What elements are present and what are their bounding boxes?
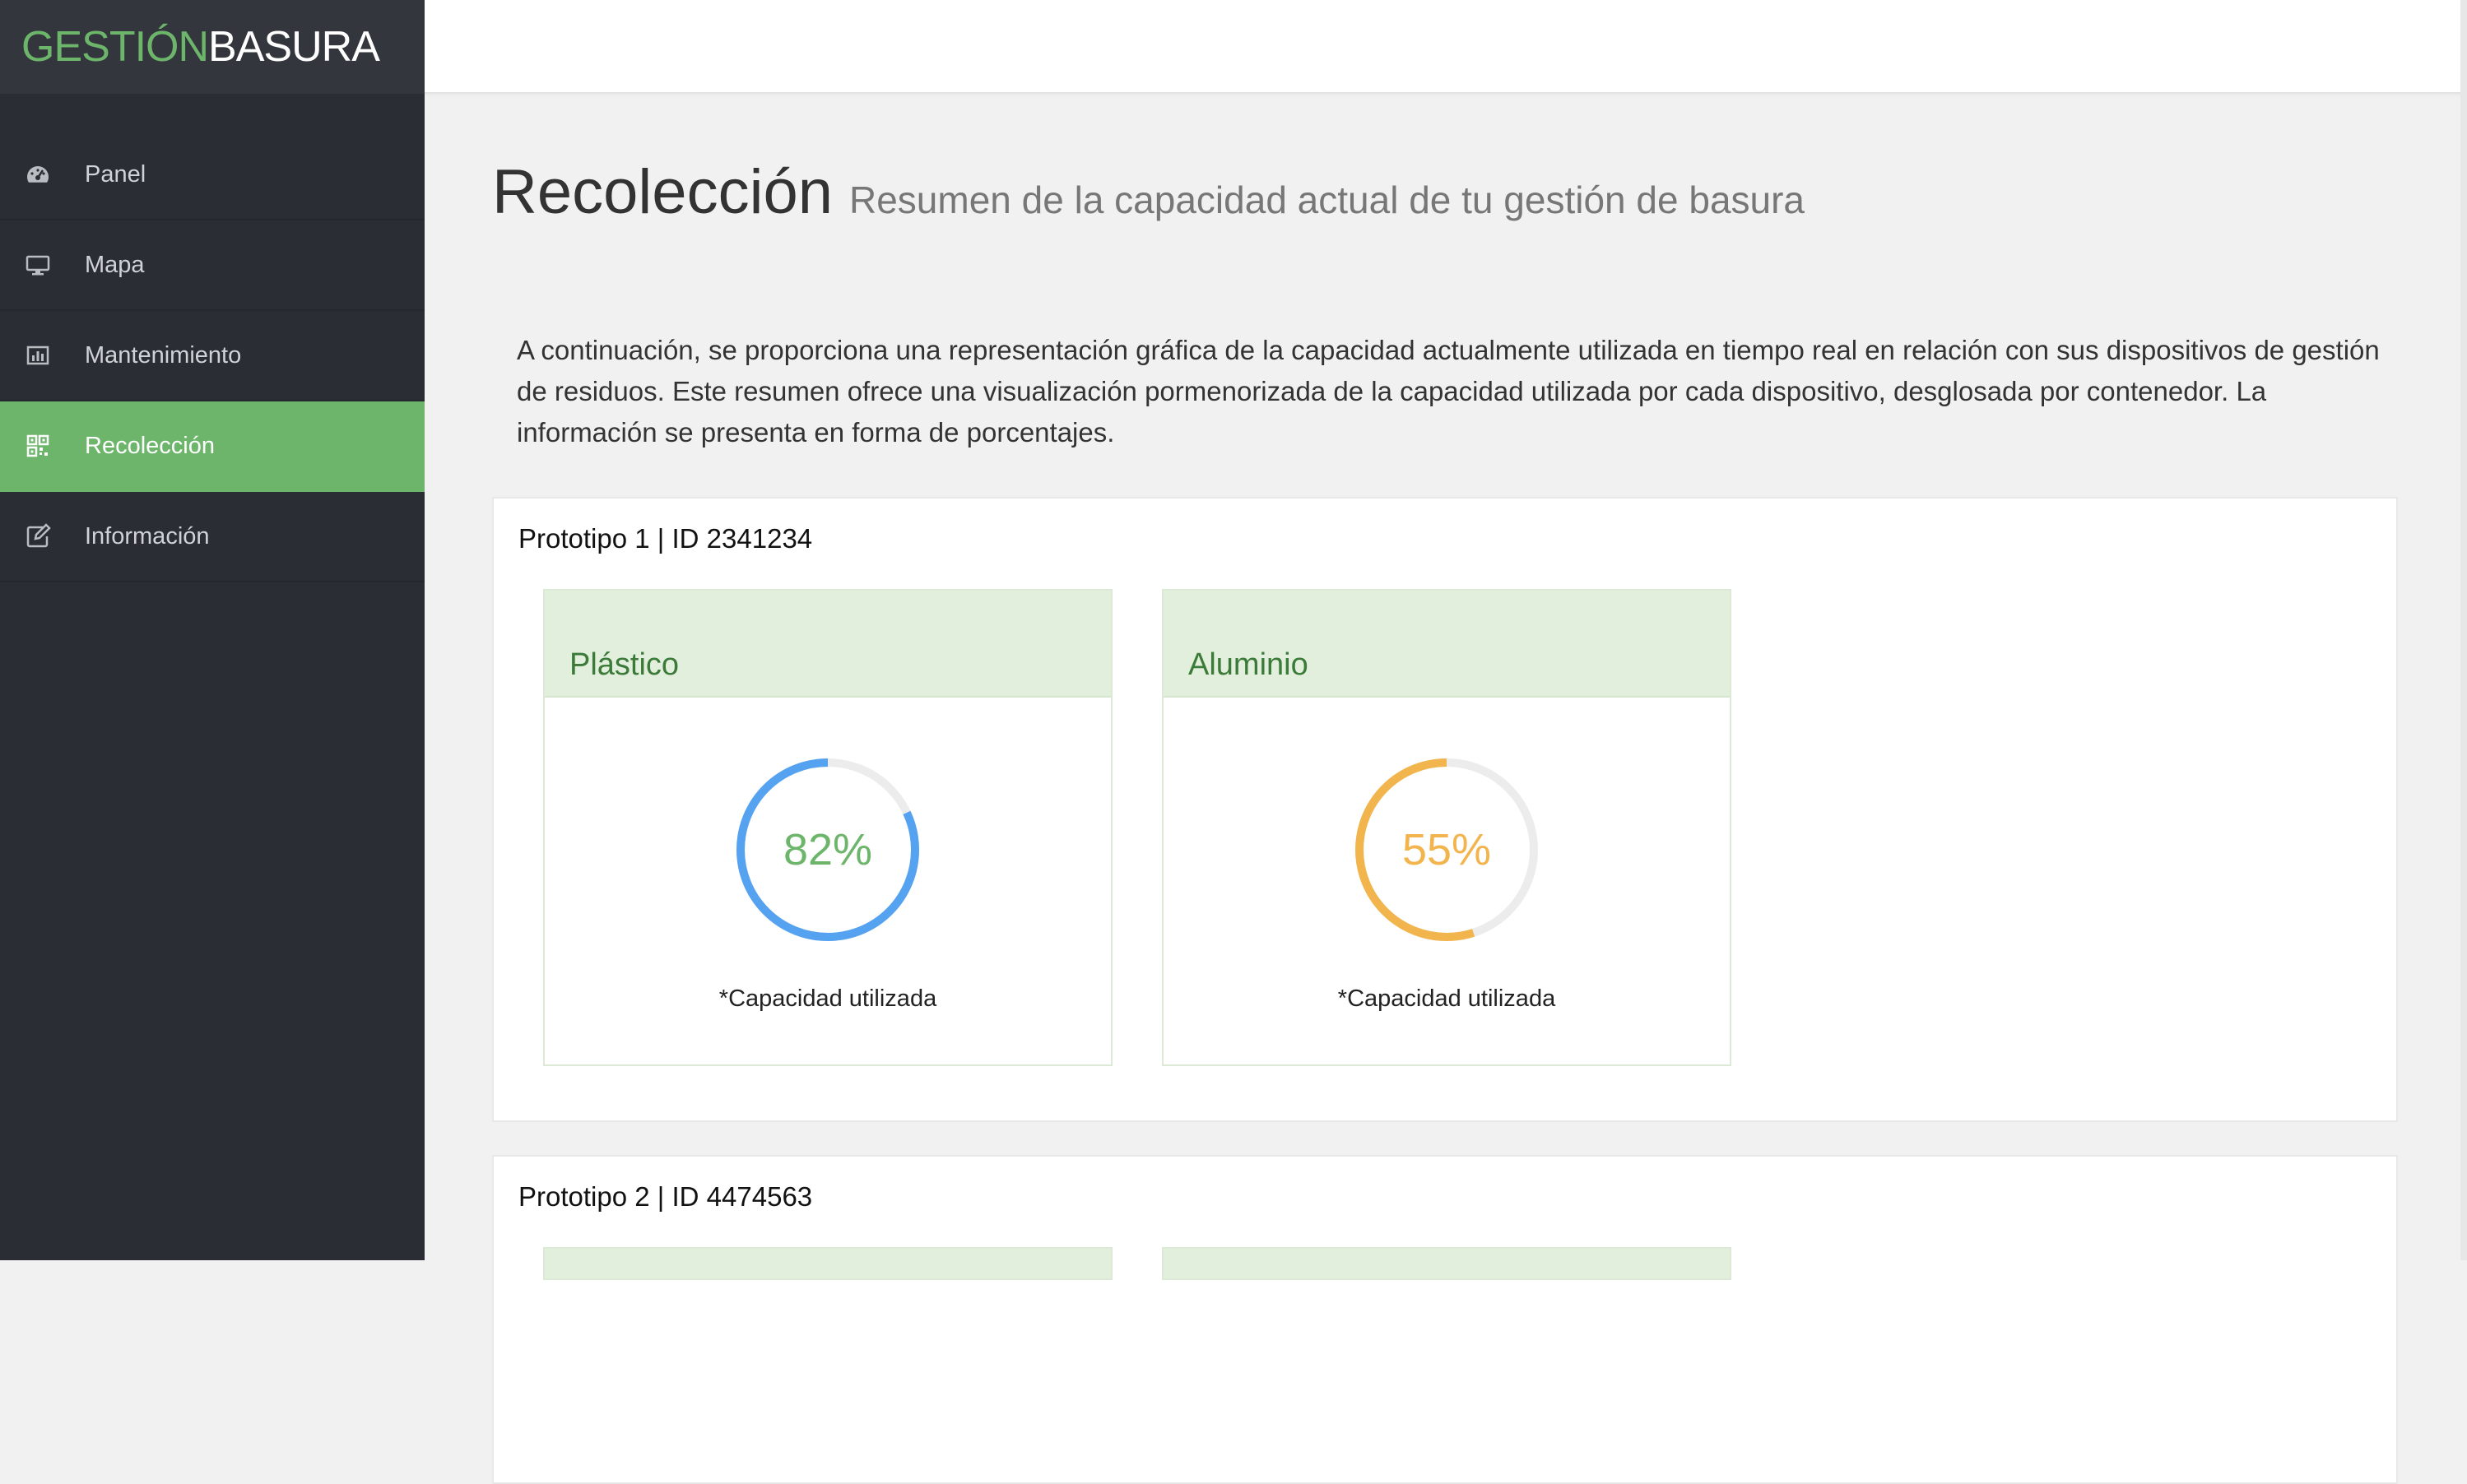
device-title: Prototipo 1 | ID 2341234 bbox=[518, 523, 813, 554]
sidebar-item-recoleccion[interactable]: Recolección bbox=[0, 401, 425, 492]
dashboard-icon bbox=[0, 161, 85, 188]
page-title: Recolección bbox=[492, 157, 833, 227]
sidebar-item-label: Información bbox=[85, 522, 210, 550]
top-bar bbox=[425, 0, 2467, 94]
page-header: Recolección Resumen de la capacidad actu… bbox=[492, 156, 2460, 228]
bar-chart-icon bbox=[0, 342, 85, 369]
container-name: Aluminio bbox=[1188, 647, 1308, 682]
card-header: Plástico bbox=[545, 591, 1111, 698]
device-title: Prototipo 2 | ID 4474563 bbox=[518, 1181, 813, 1212]
gauge-caption: *Capacidad utilizada bbox=[1337, 985, 1556, 1012]
sidebar-item-panel[interactable]: Panel bbox=[0, 130, 425, 220]
sidebar: GESTIÓN BASURA Panel Mapa Mantenimiento R… bbox=[0, 0, 425, 1260]
monitor-icon bbox=[0, 252, 85, 278]
brand-part-2: BASURA bbox=[208, 23, 380, 71]
gauge-percent: 55% bbox=[1401, 825, 1492, 874]
container-card-aluminio: Aluminio 55% *Capacidad utilizada bbox=[1162, 589, 1731, 1066]
capacity-gauge: 55% bbox=[1352, 755, 1541, 944]
brand-part-1: GESTIÓN bbox=[21, 23, 209, 71]
qrcode-icon bbox=[0, 433, 85, 459]
sidebar-item-label: Mapa bbox=[85, 251, 145, 278]
container-card bbox=[543, 1247, 1113, 1280]
gauge-percent: 82% bbox=[783, 825, 873, 874]
intro-text: A continuación, se proporciona una repre… bbox=[517, 335, 2380, 448]
container-name: Plástico bbox=[569, 647, 680, 682]
device-panel: Prototipo 1 | ID 2341234 Plástico 82% *C… bbox=[492, 497, 2398, 1122]
container-card-plastico: Plástico 82% *Capacidad utilizada bbox=[543, 589, 1113, 1066]
sidebar-item-mantenimiento[interactable]: Mantenimiento bbox=[0, 311, 425, 401]
capacity-gauge: 82% bbox=[733, 755, 922, 944]
page-subtitle: Resumen de la capacidad actual de tu ges… bbox=[849, 179, 1805, 221]
scrollbar[interactable] bbox=[2460, 0, 2467, 1260]
device-panel: Prototipo 2 | ID 4474563 bbox=[492, 1155, 2398, 1484]
brand-logo[interactable]: GESTIÓN BASURA bbox=[0, 0, 425, 94]
sidebar-nav: Panel Mapa Mantenimiento Recolección Inf… bbox=[0, 130, 425, 582]
sidebar-item-informacion[interactable]: Información bbox=[0, 492, 425, 582]
sidebar-item-mapa[interactable]: Mapa bbox=[0, 220, 425, 311]
gauge-caption: *Capacidad utilizada bbox=[718, 985, 937, 1012]
card-header: Aluminio bbox=[1164, 591, 1730, 698]
edit-icon bbox=[0, 523, 85, 550]
container-card bbox=[1162, 1247, 1731, 1280]
main-content: Recolección Resumen de la capacidad actu… bbox=[425, 94, 2460, 1484]
sidebar-item-label: Panel bbox=[85, 160, 146, 188]
sidebar-item-label: Mantenimiento bbox=[85, 341, 242, 369]
sidebar-item-label: Recolección bbox=[85, 432, 215, 459]
